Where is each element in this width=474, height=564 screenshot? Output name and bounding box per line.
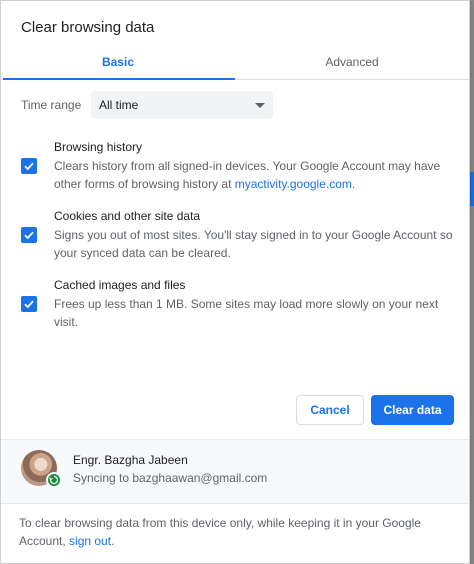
tab-basic[interactable]: Basic [1, 45, 235, 80]
browsing-history-checkbox[interactable] [21, 158, 37, 174]
account-name: Engr. Bazgha Jabeen [73, 453, 188, 467]
option-cookies: Cookies and other site data Signs you ou… [21, 208, 461, 266]
time-range-value: All time [99, 98, 139, 112]
dialog-title: Clear browsing data [21, 19, 155, 36]
option-title: Cached images and files [54, 278, 186, 292]
sync-status: Syncing to bazghaawan@gmail.com [73, 471, 268, 485]
checkbox-checked-icon [24, 231, 34, 240]
option-cached-images: Cached images and files Frees up less th… [21, 277, 461, 335]
time-range-label: Time range [21, 98, 82, 112]
sign-out-link[interactable]: sign out [69, 534, 111, 548]
option-description: Frees up less than 1 MB. Some sites may … [54, 297, 439, 329]
cookies-checkbox[interactable] [21, 227, 37, 243]
cached-images-checkbox[interactable] [21, 296, 37, 312]
time-range-row: Time range All time [21, 91, 273, 119]
cancel-button[interactable]: Cancel [296, 395, 364, 425]
option-title: Cookies and other site data [54, 209, 201, 223]
option-description: Clears history from all signed-in device… [54, 159, 441, 191]
myactivity-link[interactable]: myactivity.google.com [235, 177, 352, 191]
sync-icon [46, 472, 62, 488]
footer-text: To clear browsing data from this device … [19, 516, 421, 548]
option-browsing-history: Browsing history Clears history from all… [21, 139, 461, 197]
clear-data-button[interactable]: Clear data [371, 395, 454, 425]
dropdown-caret-icon [255, 102, 265, 108]
tab-advanced[interactable]: Advanced [235, 45, 469, 79]
option-description: Signs you out of most sites. You'll stay… [54, 228, 453, 260]
checkbox-checked-icon [24, 162, 34, 171]
checkbox-checked-icon [24, 300, 34, 309]
tab-bar: Basic Advanced [1, 45, 469, 80]
clear-browsing-data-dialog: Clear browsing data Basic Advanced Time … [0, 0, 470, 564]
option-title: Browsing history [54, 140, 143, 154]
footer: To clear browsing data from this device … [1, 503, 469, 563]
account-section: Engr. Bazgha Jabeen Syncing to bazghaawa… [1, 439, 469, 503]
dialog-buttons: Cancel Clear data [1, 395, 469, 425]
time-range-select[interactable]: All time [91, 91, 273, 119]
